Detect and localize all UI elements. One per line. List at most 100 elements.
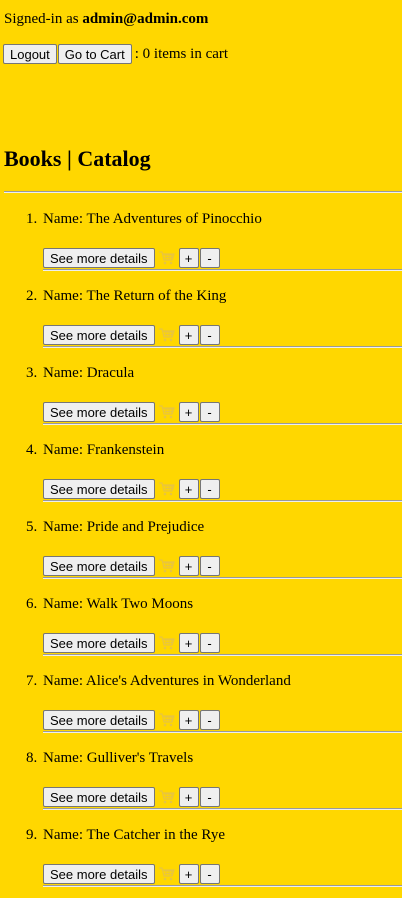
book-title: Gulliver's Travels (86, 750, 194, 766)
decrease-quantity-button[interactable]: - (199, 864, 220, 884)
book-name-prefix: Name: (43, 442, 87, 458)
book-item: 6. Name: Walk Two Moons See more details… (0, 578, 402, 656)
book-name-prefix: Name: (43, 827, 87, 843)
book-item: 2. Name: The Return of the King See more… (0, 270, 402, 348)
book-actions: See more details + - (43, 864, 220, 884)
increase-quantity-button[interactable]: + (178, 402, 199, 422)
shopping-cart-icon (158, 713, 175, 727)
see-more-details-button[interactable]: See more details (43, 479, 155, 499)
book-item: 3. Name: Dracula See more details + - (0, 347, 402, 425)
book-number: 2. (26, 288, 38, 304)
book-name: Name: The Return of the King (43, 287, 226, 305)
book-number: 6. (26, 596, 38, 612)
decrease-quantity-button[interactable]: - (199, 710, 220, 730)
book-divider (43, 885, 402, 887)
signed-in-text: Signed-in as admin@admin.com (4, 10, 208, 28)
shopping-cart-icon (158, 482, 175, 496)
book-name: Name: Gulliver's Travels (43, 749, 193, 767)
book-list: 1. Name: The Adventures of Pinocchio See… (0, 193, 402, 887)
top-bar: Logout Go to Cart : 0 items in cart (3, 44, 228, 64)
book-name: Name: The Adventures of Pinocchio (43, 210, 262, 228)
signed-in-user: admin@admin.com (82, 11, 209, 27)
increase-quantity-button[interactable]: + (178, 710, 199, 730)
book-name: Name: Alice's Adventures in Wonderland (43, 672, 291, 690)
book-name: Name: Dracula (43, 364, 134, 382)
book-actions: See more details + - (43, 787, 220, 807)
cart-count-text: : 0 items in cart (134, 46, 229, 62)
book-title: Dracula (86, 365, 135, 381)
book-actions: See more details + - (43, 248, 220, 268)
book-title: Frankenstein (86, 442, 165, 458)
book-item: 5. Name: Pride and Prejudice See more de… (0, 501, 402, 579)
book-name: Name: The Catcher in the Rye (43, 826, 225, 844)
shopping-cart-icon (158, 251, 175, 265)
book-title: Alice's Adventures in Wonderland (85, 673, 291, 689)
shopping-cart-icon (158, 867, 175, 881)
book-actions: See more details + - (43, 479, 220, 499)
book-title: The Return of the King (86, 288, 227, 304)
see-more-details-button[interactable]: See more details (43, 402, 155, 422)
decrease-quantity-button[interactable]: - (199, 556, 220, 576)
shopping-cart-icon (158, 405, 175, 419)
increase-quantity-button[interactable]: + (178, 325, 199, 345)
see-more-details-button[interactable]: See more details (43, 710, 155, 730)
book-name-prefix: Name: (43, 673, 86, 689)
book-item: 4. Name: Frankenstein See more details +… (0, 424, 402, 502)
book-name-prefix: Name: (43, 211, 87, 227)
book-name-prefix: Name: (43, 288, 87, 304)
book-actions: See more details + - (43, 402, 220, 422)
book-title: The Adventures of Pinocchio (86, 211, 262, 227)
increase-quantity-button[interactable]: + (178, 479, 199, 499)
increase-quantity-button[interactable]: + (178, 633, 199, 653)
see-more-details-button[interactable]: See more details (43, 864, 155, 884)
decrease-quantity-button[interactable]: - (199, 787, 220, 807)
book-item: 8. Name: Gulliver's Travels See more det… (0, 732, 402, 810)
book-number: 3. (26, 365, 38, 381)
book-actions: See more details + - (43, 556, 220, 576)
see-more-details-button[interactable]: See more details (43, 325, 155, 345)
increase-quantity-button[interactable]: + (178, 248, 199, 268)
shopping-cart-icon (158, 559, 175, 573)
see-more-details-button[interactable]: See more details (43, 556, 155, 576)
book-number: 1. (26, 211, 38, 227)
book-name: Name: Pride and Prejudice (43, 518, 204, 536)
book-item: 7. Name: Alice's Adventures in Wonderlan… (0, 655, 402, 733)
logout-button[interactable]: Logout (3, 44, 57, 64)
see-more-details-button[interactable]: See more details (43, 248, 155, 268)
book-number: 5. (26, 519, 38, 535)
shopping-cart-icon (158, 328, 175, 342)
increase-quantity-button[interactable]: + (178, 787, 199, 807)
book-title: Walk Two Moons (86, 596, 194, 612)
increase-quantity-button[interactable]: + (178, 864, 199, 884)
book-item: 9. Name: The Catcher in the Rye See more… (0, 809, 402, 887)
see-more-details-button[interactable]: See more details (43, 633, 155, 653)
book-name: Name: Frankenstein (43, 441, 164, 459)
decrease-quantity-button[interactable]: - (199, 633, 220, 653)
decrease-quantity-button[interactable]: - (199, 479, 220, 499)
book-name-prefix: Name: (43, 365, 87, 381)
book-number: 7. (26, 673, 38, 689)
go-to-cart-button[interactable]: Go to Cart (57, 44, 132, 64)
book-name-prefix: Name: (43, 519, 87, 535)
book-actions: See more details + - (43, 325, 220, 345)
book-name-prefix: Name: (43, 750, 87, 766)
page-title: Books | Catalog (4, 146, 151, 171)
book-item: 1. Name: The Adventures of Pinocchio See… (0, 193, 402, 271)
shopping-cart-icon (158, 790, 175, 804)
shopping-cart-icon (158, 636, 175, 650)
book-title: Pride and Prejudice (86, 519, 205, 535)
decrease-quantity-button[interactable]: - (199, 402, 220, 422)
signed-in-prefix: Signed-in as (4, 11, 83, 27)
book-number: 8. (26, 750, 38, 766)
book-name: Name: Walk Two Moons (43, 595, 193, 613)
increase-quantity-button[interactable]: + (178, 556, 199, 576)
book-title: The Catcher in the Rye (86, 827, 225, 843)
book-name-prefix: Name: (43, 596, 87, 612)
decrease-quantity-button[interactable]: - (199, 248, 220, 268)
decrease-quantity-button[interactable]: - (199, 325, 220, 345)
see-more-details-button[interactable]: See more details (43, 787, 155, 807)
book-actions: See more details + - (43, 633, 220, 653)
book-actions: See more details + - (43, 710, 220, 730)
book-number: 9. (26, 827, 38, 843)
book-number: 4. (26, 442, 38, 458)
